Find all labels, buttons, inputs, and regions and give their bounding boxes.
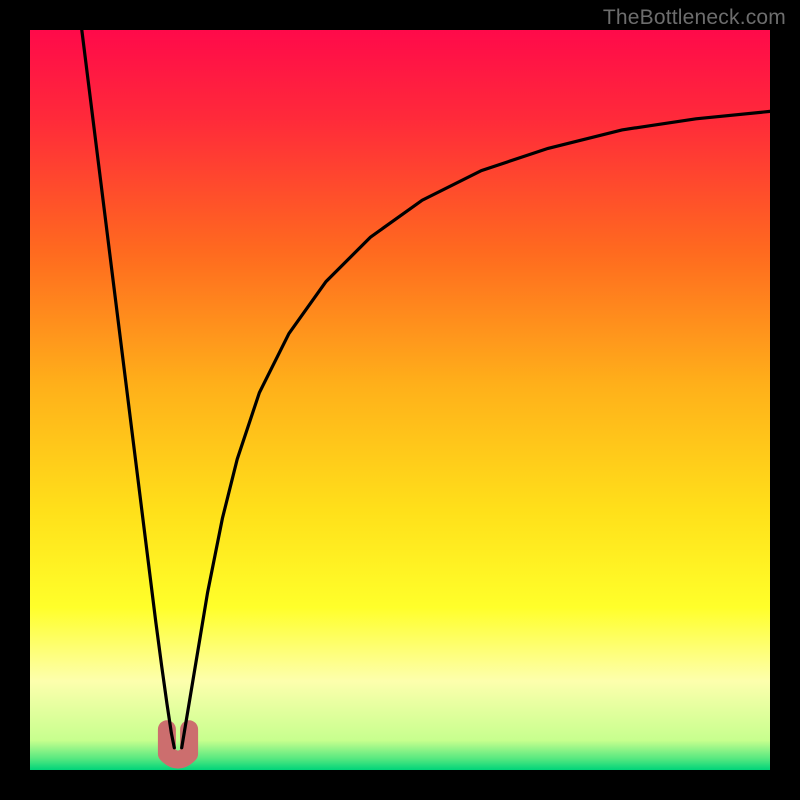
watermark-text: TheBottleneck.com xyxy=(603,6,786,30)
chart-background xyxy=(30,30,770,770)
chart-plot-area xyxy=(30,30,770,770)
chart-canvas xyxy=(30,30,770,770)
chart-frame: TheBottleneck.com xyxy=(0,0,800,800)
